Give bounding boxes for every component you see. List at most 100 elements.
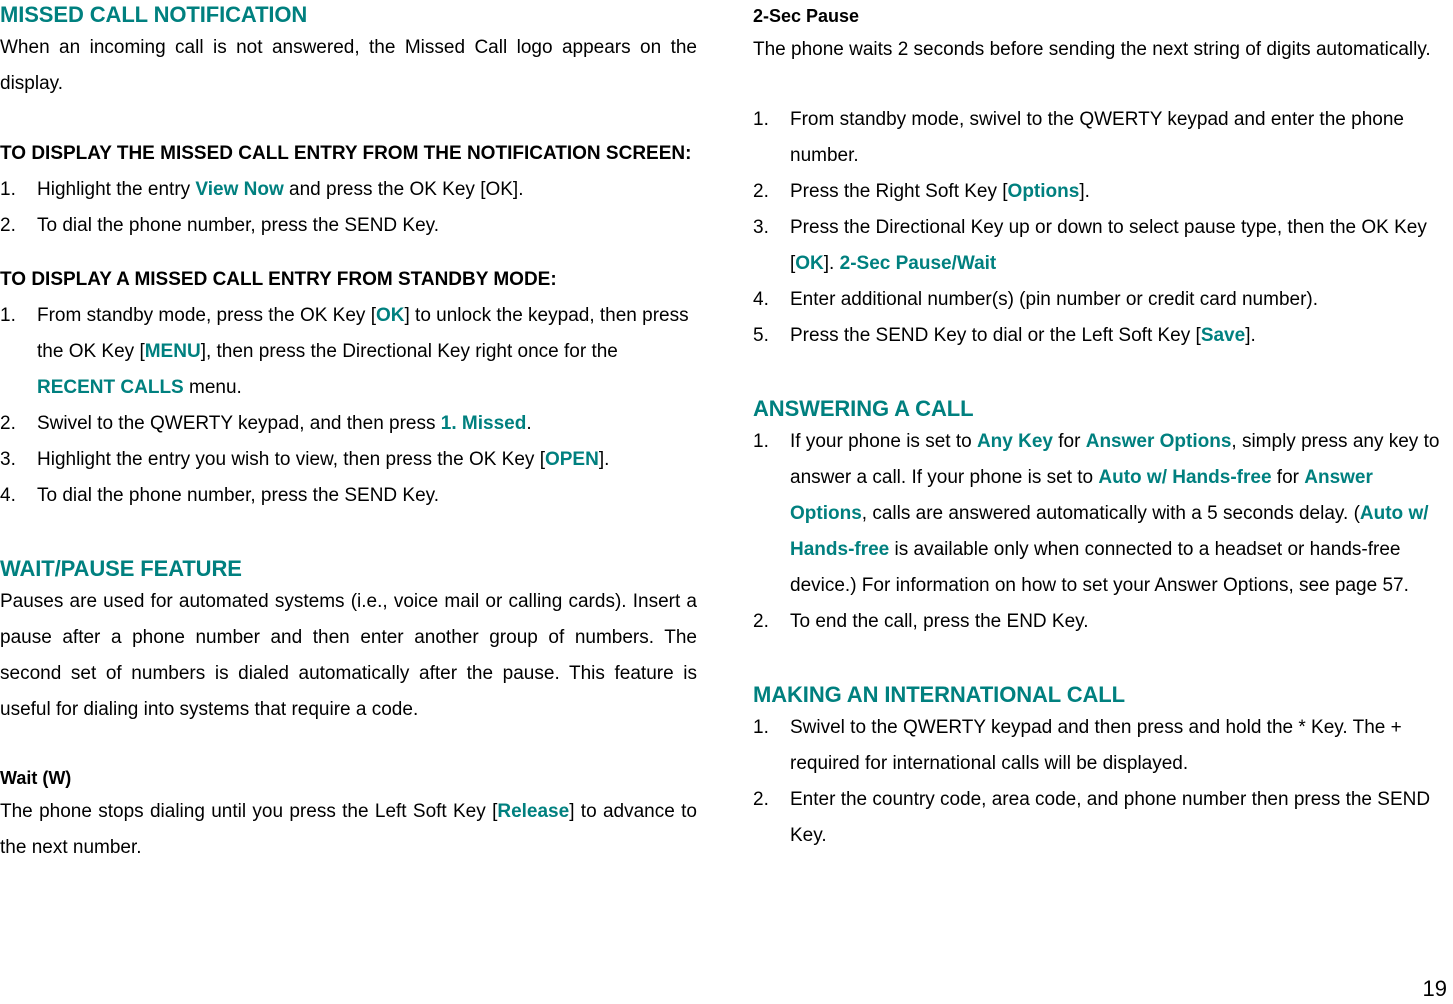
highlighted-term: Options — [1007, 181, 1080, 202]
text-run: ]. — [1079, 181, 1090, 202]
section-heading-making-an-international-call: MAKING AN INTERNATIONAL CALL — [753, 682, 1125, 707]
text-run: for — [1271, 467, 1305, 488]
text-run: , calls are answered automatically with … — [861, 503, 1360, 524]
list-item: 1. From standby mode, press the OK Key [O… — [0, 298, 697, 406]
list-item-text: To end the call, press the END Key. — [790, 611, 1089, 632]
page-number: 19 — [1422, 976, 1447, 1001]
text-run: To end the call, press the END Key. — [790, 611, 1089, 632]
text-run: From standby mode, swivel to the QWERTY … — [790, 109, 1404, 166]
right-column: 2-Sec Pause The phone waits 2 seconds be… — [753, 0, 1453, 854]
list-item: 3. Press the Directional Key up or down t… — [753, 210, 1453, 282]
list-item-number: 2. — [753, 181, 769, 202]
subsection-heading-standby-mode: TO DISPLAY A MISSED CALL ENTRY FROM STAN… — [0, 269, 557, 290]
list-item-text: To dial the phone number, press the SEND… — [37, 485, 439, 506]
section-heading-answering-a-call: ANSWERING A CALL — [753, 396, 974, 421]
text-run: From standby mode, press the OK Key [ — [37, 305, 376, 326]
text-run: The phone stops dialing until you press … — [0, 801, 498, 822]
list-item-number: 2. — [753, 611, 769, 632]
list-item-text: From standby mode, press the OK Key [OK]… — [37, 305, 689, 398]
highlighted-term: Release — [497, 801, 570, 822]
list-item-text: Press the Directional Key up or down to … — [790, 217, 1427, 274]
paragraph-wait-pause-feature: Pauses are used for automated systems (i… — [0, 591, 697, 720]
highlighted-term: OK — [795, 253, 824, 274]
text-run: ]. — [1245, 325, 1256, 346]
list-item-text: Enter additional number(s) (pin number o… — [790, 289, 1318, 310]
highlighted-term: Any Key — [976, 431, 1053, 452]
list-item: 1. Swivel to the QWERTY keypad and then p… — [753, 710, 1453, 782]
highlighted-term: RECENT CALLS — [37, 377, 184, 398]
text-run: for — [1052, 431, 1086, 452]
list-item: 2. To dial the phone number, press the SE… — [0, 208, 697, 244]
text-run: ]. — [598, 449, 610, 470]
list-item-number: 4. — [753, 289, 769, 310]
list-item: 2. Press the Right Soft Key [Options]. — [753, 174, 1453, 210]
list-item-number: 1. — [753, 717, 769, 738]
steps-making-an-international-call: 1. Swivel to the QWERTY keypad and then p… — [753, 710, 1453, 854]
list-item-text: If your phone is set to Any Key for Answ… — [790, 431, 1439, 596]
list-item: 2. Swivel to the QWERTY keypad, and then … — [0, 406, 697, 442]
steps-answering-a-call: 1. If your phone is set to Any Key for An… — [753, 424, 1453, 640]
text-run: Enter additional number(s) (pin number o… — [790, 289, 1319, 310]
text-run: ]. — [823, 253, 840, 274]
paragraph-wait-w: The phone stops dialing until you press … — [0, 794, 697, 866]
subheading-wait-w: Wait (W) — [0, 768, 72, 788]
highlighted-term: MENU — [144, 341, 201, 362]
steps-notification-screen: 1. Highlight the entry View Now and press… — [0, 172, 697, 244]
list-item-number: 5. — [753, 325, 769, 346]
subheading-2-sec-pause: 2-Sec Pause — [753, 6, 860, 26]
list-item-number: 2. — [753, 789, 769, 810]
text-run: Highlight the entry — [37, 179, 196, 200]
section-heading-wait-pause-feature: WAIT/PAUSE FEATURE — [0, 556, 242, 581]
list-item: 3. Highlight the entry you wish to view, … — [0, 442, 697, 478]
list-item: 1. Highlight the entry View Now and press… — [0, 172, 697, 208]
list-item-number: 1. — [753, 109, 769, 130]
list-item-number: 1. — [0, 305, 16, 326]
highlighted-term: View Now — [195, 179, 284, 200]
list-item-text: Press the SEND Key to dial or the Left S… — [790, 325, 1256, 346]
highlighted-term: Auto w/ Hands-free — [1098, 467, 1272, 488]
text-run: Enter the country code, area code, and p… — [790, 789, 1431, 846]
section-heading-missed-call-notification: MISSED CALL NOTIFICATION — [0, 2, 308, 27]
paragraph-2-sec-pause: The phone waits 2 seconds before sending… — [753, 39, 1431, 60]
text-run: . — [526, 413, 532, 434]
left-column: MISSED CALL NOTIFICATION When an incomin… — [0, 0, 697, 866]
steps-2-sec-pause: 1. From standby mode, swivel to the QWERT… — [753, 102, 1453, 354]
list-item-number: 3. — [0, 449, 16, 470]
list-item-number: 4. — [0, 485, 16, 506]
list-item: 4. To dial the phone number, press the SE… — [0, 478, 697, 514]
list-item: 5. Press the SEND Key to dial or the Left… — [753, 318, 1453, 354]
text-run: To dial the phone number, press the SEND… — [37, 215, 440, 236]
list-item-text: Swivel to the QWERTY keypad and then pre… — [790, 717, 1402, 774]
text-run: ], then press the Directional Key right … — [200, 341, 618, 362]
text-run: To dial the phone number, press the SEND… — [37, 485, 440, 506]
list-item: 1. From standby mode, swivel to the QWERT… — [753, 102, 1453, 174]
list-item-text: To dial the phone number, press the SEND… — [37, 215, 439, 236]
list-item-text: Enter the country code, area code, and p… — [790, 789, 1430, 846]
list-item-number: 1. — [0, 179, 16, 200]
steps-standby-mode: 1. From standby mode, press the OK Key [O… — [0, 298, 697, 514]
text-run: Highlight the entry you wish to view, th… — [37, 449, 545, 470]
highlighted-term: OPEN — [544, 449, 599, 470]
list-item-number: 2. — [0, 413, 16, 434]
text-run: and press the OK Key [OK]. — [283, 179, 524, 200]
manual-page: MISSED CALL NOTIFICATION When an incomin… — [0, 0, 1453, 1004]
list-item-text: Highlight the entry View Now and press t… — [37, 179, 524, 200]
list-item-text: From standby mode, swivel to the QWERTY … — [790, 109, 1404, 166]
list-item-number: 3. — [753, 217, 769, 238]
list-item: 2. Enter the country code, area code, and… — [753, 782, 1453, 854]
text-run: Swivel to the QWERTY keypad, and then pr… — [37, 413, 441, 434]
text-run: Press the SEND Key to dial or the Left S… — [790, 325, 1201, 346]
highlighted-term: Answer Options — [1085, 431, 1232, 452]
text-run: Swivel to the QWERTY keypad and then pre… — [790, 717, 1402, 774]
list-item-number: 1. — [753, 431, 769, 452]
list-item-number: 2. — [0, 215, 16, 236]
highlighted-term: OK — [375, 305, 405, 326]
text-run: If your phone is set to — [790, 431, 977, 452]
